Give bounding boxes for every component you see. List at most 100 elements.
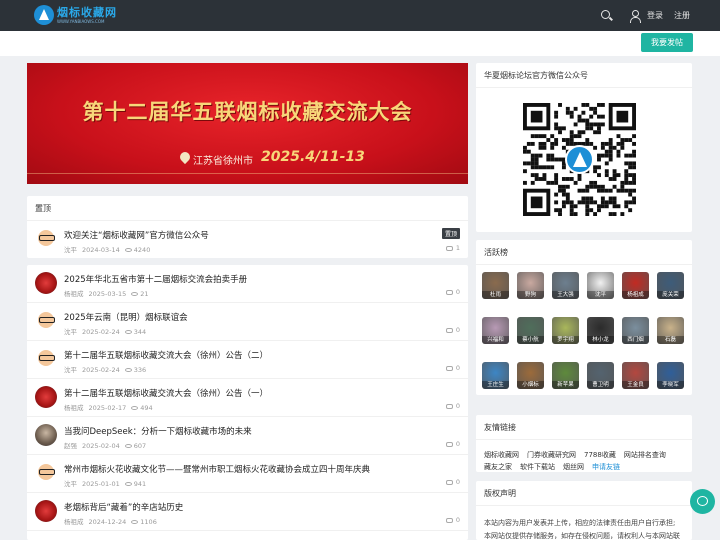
login-link[interactable]: 登录 xyxy=(647,10,663,21)
post-row[interactable]: 当我问DeepSeek：分析一下烟标收藏市场的未来 赵强 2025-02-04 607… xyxy=(27,417,468,455)
avatar[interactable] xyxy=(35,462,57,484)
post-title[interactable]: 第十二届华五联烟标收藏交流大会（徐州）公告（二） xyxy=(64,349,268,361)
site-logo[interactable]: 烟标收藏网 WWW.YANBIAOWS.COM xyxy=(34,5,117,25)
post-author[interactable]: 沈平 xyxy=(64,328,77,336)
post-views: 1106 xyxy=(140,518,157,526)
active-users-card: 活跃榜 杜雨 野狗 王大强 沈平 杨祖成 庞关荣 兴福和 蔡小航 罗宇翔 林小龙 西门烟 石磊 王庄生小… xyxy=(476,240,692,395)
active-user-avatar[interactable]: 罗宇翔 xyxy=(552,317,579,344)
active-user-avatar[interactable]: 蔡小航 xyxy=(517,317,544,344)
avatar[interactable] xyxy=(35,228,57,250)
friend-link[interactable]: 软件下载站 xyxy=(520,463,555,471)
avatar[interactable] xyxy=(35,424,57,446)
post-views: 344 xyxy=(133,328,147,336)
post-title[interactable]: 2025年华北五省市第十二届烟标交流会拍卖手册 xyxy=(64,273,247,285)
search-icon[interactable] xyxy=(600,9,614,23)
friend-link[interactable]: 藏友之家 xyxy=(484,463,512,471)
register-link[interactable]: 注册 xyxy=(674,10,690,21)
active-user-avatar[interactable]: 兴福和 xyxy=(482,317,509,344)
active-user-name: 庞关荣 xyxy=(657,291,684,299)
post-date: 2025-02-24 xyxy=(82,328,120,336)
copyright-line: 本网站仅提供存储服务，如存在侵权问题，请权利人与本网站联 xyxy=(484,532,680,540)
chat-float-button[interactable] xyxy=(690,489,715,514)
avatar[interactable] xyxy=(35,272,57,294)
post-row[interactable]: 第十二届华五联烟标收藏交流大会（徐州）公告（二） 沈平 2025-02-24 336 0 xyxy=(27,341,468,379)
post-author[interactable]: 沈平 xyxy=(64,480,77,488)
banner-divider xyxy=(27,173,468,174)
active-user-avatar[interactable]: 小烟标 xyxy=(517,362,544,389)
post-author[interactable]: 杨祖成 xyxy=(64,404,84,412)
post-title[interactable]: 当我问DeepSeek：分析一下烟标收藏市场的未来 xyxy=(64,425,252,437)
active-user-avatar[interactable]: 李晓军 xyxy=(657,362,684,389)
active-user-avatar[interactable]: 野狗 xyxy=(517,272,544,299)
post-row[interactable]: 第十二届华五联烟标收藏交流大会（徐州）公告（一） 杨祖成 2025-02-17 494… xyxy=(27,379,468,417)
post-date: 2025-02-17 xyxy=(88,404,127,412)
friend-link[interactable]: 门券收藏研究网 xyxy=(527,451,576,459)
post-title[interactable]: 老烟标背后“藏着”的辛店站历史 xyxy=(64,501,183,513)
active-user-name: 杜雨 xyxy=(482,291,509,299)
comment-icon xyxy=(445,289,453,295)
post-author[interactable]: 杨祖成 xyxy=(64,290,84,298)
post-meta: 沈平 2024-03-14 4240 xyxy=(64,244,155,254)
comment-icon xyxy=(445,403,453,409)
active-user-avatar[interactable]: 王庄生 xyxy=(482,362,509,389)
friend-link[interactable]: 7788收藏 xyxy=(584,451,616,459)
user-icon[interactable] xyxy=(628,9,642,23)
active-user-name: 王金良 xyxy=(622,381,649,389)
post-author[interactable]: 杨祖成 xyxy=(64,518,84,526)
active-user-avatar[interactable]: 杨祖成 xyxy=(622,272,649,299)
active-user-avatar[interactable]: 王大强 xyxy=(552,272,579,299)
post-author[interactable]: 赵强 xyxy=(64,442,77,450)
post-views: 21 xyxy=(140,290,149,298)
post-title[interactable]: 欢迎关注“烟标收藏网”官方微信公众号 xyxy=(64,229,209,241)
post-author[interactable]: 沈平 xyxy=(64,246,77,254)
pinned-section: 置顶 欢迎关注“烟标收藏网”官方微信公众号 沈平 2024-03-14 4240 置… xyxy=(27,196,468,258)
post-title[interactable]: 常州市烟标火花收藏文化节——暨常州市职工烟标火花收藏协会成立四十周年庆典 xyxy=(64,463,370,475)
active-user-name: 蔡小航 xyxy=(517,336,544,344)
post-comments: 0 xyxy=(445,478,460,486)
post-row[interactable]: 2025年华北五省市第十二届烟标交流会拍卖手册杨祖成 2025-03-15 21 0 xyxy=(27,265,468,303)
post-row[interactable]: 常州市烟标火花收藏文化节——暨常州市职工烟标火花收藏协会成立四十周年庆典 沈平 20… xyxy=(27,455,468,493)
post-list: 2025年华北五省市第十二届烟标交流会拍卖手册 杨祖成 2025-03-15 21 0 2… xyxy=(27,265,468,540)
post-row[interactable]: 老烟标背后“藏着”的辛店站历史 杨祖成 2024-12-24 1106 0 xyxy=(27,493,468,531)
post-row[interactable]: 2025年云南（昆明）烟标联谊会 沈平 2025-02-24 344 0 xyxy=(27,303,468,341)
post-title[interactable]: 2025年云南（昆明）烟标联谊会 xyxy=(64,311,188,323)
banner-title: 第十二届华五联烟标收藏交流大会 xyxy=(82,99,413,124)
wechat-qr-code xyxy=(523,103,636,216)
post-meta: 杨祖成 2024-12-24 1106 xyxy=(64,516,162,526)
active-user-avatar[interactable]: 林小龙 xyxy=(587,317,614,344)
avatar[interactable] xyxy=(35,500,57,522)
friend-link[interactable]: 烟丝网 xyxy=(563,463,584,471)
active-user-name: 李晓军 xyxy=(657,381,684,389)
active-user-name: 西门烟 xyxy=(622,336,649,344)
friend-link[interactable]: 网站排名查询 xyxy=(624,451,666,459)
avatar[interactable] xyxy=(35,348,57,370)
copyright-card: 版权声明 本站内容为用户发表并上传，相应的法律责任由用户自行承担; 本网站仅提供… xyxy=(476,481,692,540)
active-user-avatar[interactable]: 沈平 xyxy=(587,272,614,299)
avatar[interactable] xyxy=(35,386,57,408)
post-comments: 1 xyxy=(445,244,460,252)
active-user-avatar[interactable]: 石磊 xyxy=(657,317,684,344)
active-user-avatar[interactable]: 王金良 xyxy=(622,362,649,389)
active-user-avatar[interactable]: 新苹果 xyxy=(552,362,579,389)
post-comments: 0 xyxy=(445,516,460,524)
friend-link[interactable]: 烟标收藏网 xyxy=(484,451,519,459)
active-user-avatar[interactable]: 西门烟 xyxy=(622,317,649,344)
post-date: 2025-02-04 xyxy=(82,442,120,450)
post-author[interactable]: 沈平 xyxy=(64,366,77,374)
active-user-avatar[interactable]: 杜雨 xyxy=(482,272,509,299)
logo-url: WWW.YANBIAOWS.COM xyxy=(57,18,105,24)
event-banner[interactable]: 第十二届华五联烟标收藏交流大会 江苏省徐州市 2025.4/11-13 xyxy=(27,63,468,184)
pinned-row[interactable]: 欢迎关注“烟标收藏网”官方微信公众号 沈平 2024-03-14 4240 置顶 1 xyxy=(27,221,468,259)
post-comments: 0 xyxy=(445,288,460,296)
comment-icon xyxy=(445,479,453,485)
new-post-button[interactable]: 我要发帖 xyxy=(641,33,693,52)
active-user-name: 林小龙 xyxy=(587,336,614,344)
active-user-name: 王大强 xyxy=(552,291,579,299)
post-title[interactable]: 第十二届华五联烟标收藏交流大会（徐州）公告（一） xyxy=(64,387,268,399)
active-user-avatar[interactable]: 庞关荣 xyxy=(657,272,684,299)
avatar[interactable] xyxy=(35,310,57,332)
apply-link-button[interactable]: 申请友链 xyxy=(592,463,620,471)
post-date: 2025-03-15 xyxy=(88,290,127,298)
active-user-avatar[interactable]: 曹卫明 xyxy=(587,362,614,389)
action-bar: 我要发帖 xyxy=(0,31,720,56)
